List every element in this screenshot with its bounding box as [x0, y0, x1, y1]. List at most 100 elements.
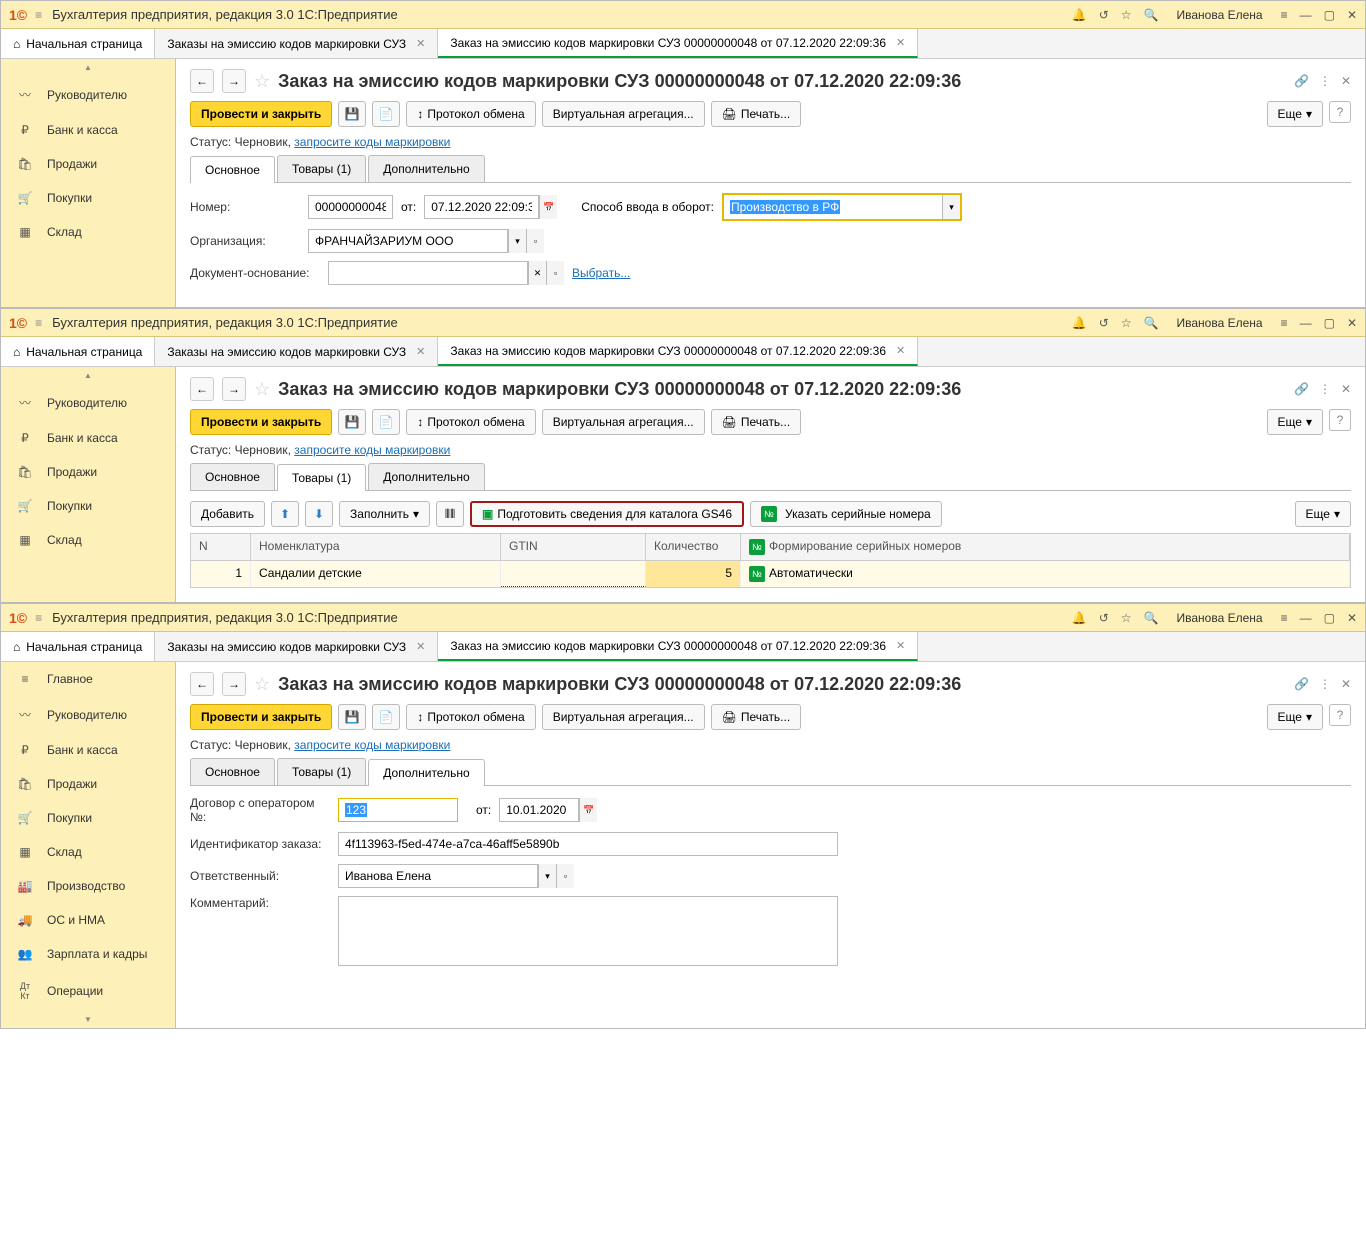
tab-goods[interactable]: Товары (1)	[277, 464, 366, 491]
print-button[interactable]: 🖨 Печать...	[711, 409, 802, 435]
hamburger-icon[interactable]: ≡	[35, 611, 42, 625]
post-and-close-button[interactable]: Провести и закрыть	[190, 704, 332, 730]
post-button[interactable]: 📄	[372, 409, 400, 435]
serial-button[interactable]: №Указать серийные номера	[750, 501, 942, 527]
post-button[interactable]: 📄	[372, 101, 400, 127]
post-and-close-button[interactable]: Провести и закрыть	[190, 101, 332, 127]
cell-gtin[interactable]	[501, 561, 646, 587]
close-icon[interactable]: ✕	[1347, 316, 1357, 330]
star-icon[interactable]: ☆	[1121, 8, 1132, 22]
tab-order-doc[interactable]: Заказ на эмиссию кодов маркировки СУЗ 00…	[438, 337, 918, 366]
tab-home[interactable]: ⌂Начальная страница	[1, 337, 155, 366]
minimize-icon[interactable]: —	[1300, 316, 1312, 330]
status-link[interactable]: запросите коды маркировки	[294, 738, 450, 752]
favorite-icon[interactable]: ☆	[254, 71, 270, 92]
nav-forward[interactable]: →	[222, 69, 246, 93]
tab-extra[interactable]: Дополнительно	[368, 759, 484, 786]
sidebar-collapse[interactable]: ▲	[1, 367, 175, 384]
tab-close-icon[interactable]: ✕	[896, 36, 905, 49]
hamburger-icon[interactable]: ≡	[35, 316, 42, 330]
dropdown-icon[interactable]: ▾	[538, 864, 556, 888]
help-button[interactable]: ?	[1329, 704, 1351, 726]
nav-back[interactable]: ←	[190, 69, 214, 93]
calendar-icon[interactable]: 📅	[579, 798, 597, 822]
username[interactable]: Иванова Елена	[1177, 316, 1263, 330]
post-and-close-button[interactable]: Провести и закрыть	[190, 409, 332, 435]
tab-orders[interactable]: Заказы на эмиссию кодов маркировки СУЗ✕	[155, 29, 438, 58]
print-button[interactable]: 🖨 Печать...	[711, 101, 802, 127]
cdate-input[interactable]	[499, 798, 579, 822]
help-button[interactable]: ?	[1329, 101, 1351, 123]
cell-qty[interactable]: 5	[646, 561, 741, 587]
username[interactable]: Иванова Елена	[1177, 8, 1263, 22]
sidebar-sales[interactable]: 🛍Продажи	[1, 147, 175, 181]
sidebar-collapse[interactable]: ▲	[1, 59, 175, 76]
fill-button[interactable]: Заполнить ▾	[339, 501, 430, 527]
sidebar-warehouse[interactable]: ▦Склад	[1, 215, 175, 249]
search-icon[interactable]: 🔍	[1144, 8, 1159, 22]
virtagg-button[interactable]: Виртуальная агрегация...	[542, 101, 705, 127]
bell-icon[interactable]: 🔔	[1072, 611, 1087, 625]
org-input[interactable]	[308, 229, 508, 253]
maximize-icon[interactable]: ▢	[1324, 8, 1335, 22]
tab-extra[interactable]: Дополнительно	[368, 155, 484, 182]
help-button[interactable]: ?	[1329, 409, 1351, 431]
open-icon[interactable]: ▫	[526, 229, 544, 253]
sidebar-bank[interactable]: ₽Банк и касса	[1, 113, 175, 147]
link-icon[interactable]: 🔗	[1294, 677, 1309, 691]
status-link[interactable]: запросите коды маркировки	[294, 135, 450, 149]
tab-orders[interactable]: Заказы на эмиссию кодов маркировки СУЗ✕	[155, 632, 438, 661]
close-doc-icon[interactable]: ✕	[1341, 382, 1351, 396]
nav-back[interactable]: ←	[190, 377, 214, 401]
save-button[interactable]: 💾	[338, 704, 366, 730]
sidebar-warehouse[interactable]: ▦Склад	[1, 523, 175, 557]
maximize-icon[interactable]: ▢	[1324, 611, 1335, 625]
dropdown-icon[interactable]: ▾	[508, 229, 526, 253]
choose-link[interactable]: Выбрать...	[572, 266, 630, 280]
menu-icon[interactable]: ⋮	[1319, 382, 1331, 396]
bell-icon[interactable]: 🔔	[1072, 8, 1087, 22]
number-input[interactable]	[308, 195, 393, 219]
status-link[interactable]: запросите коды маркировки	[294, 443, 450, 457]
favorite-icon[interactable]: ☆	[254, 674, 270, 695]
move-up-button[interactable]: ⬆	[271, 501, 299, 527]
tab-main[interactable]: Основное	[190, 156, 275, 183]
tab-close-icon[interactable]: ✕	[416, 37, 425, 50]
sidebar-purchases[interactable]: 🛒Покупки	[1, 489, 175, 523]
add-button[interactable]: Добавить	[190, 501, 265, 527]
link-icon[interactable]: 🔗	[1294, 74, 1309, 88]
settings-icon[interactable]: ≡	[1281, 611, 1288, 625]
sidebar-sales[interactable]: 🛍Продажи	[1, 767, 175, 801]
nav-forward[interactable]: →	[222, 377, 246, 401]
more-button[interactable]: Еще ▾	[1267, 101, 1323, 127]
search-icon[interactable]: 🔍	[1144, 316, 1159, 330]
sidebar-assets[interactable]: 🚚ОС и НМА	[1, 903, 175, 937]
dropdown-icon[interactable]: ▾	[942, 195, 960, 219]
star-icon[interactable]: ☆	[1121, 611, 1132, 625]
history-icon[interactable]: ↺	[1099, 316, 1109, 330]
sidebar-rukovoditelyu[interactable]: 〰Руководителю	[1, 76, 175, 113]
sidebar-warehouse[interactable]: ▦Склад	[1, 835, 175, 869]
username[interactable]: Иванова Елена	[1177, 611, 1263, 625]
sidebar-purchases[interactable]: 🛒Покупки	[1, 181, 175, 215]
tab-close-icon[interactable]: ✕	[416, 640, 425, 653]
more-button[interactable]: Еще ▾	[1295, 501, 1351, 527]
sidebar-purchases[interactable]: 🛒Покупки	[1, 801, 175, 835]
tab-main[interactable]: Основное	[190, 463, 275, 490]
tab-home[interactable]: ⌂Начальная страница	[1, 632, 155, 661]
tab-close-icon[interactable]: ✕	[896, 344, 905, 357]
search-icon[interactable]: 🔍	[1144, 611, 1159, 625]
virtagg-button[interactable]: Виртуальная агрегация...	[542, 704, 705, 730]
comment-input[interactable]	[338, 896, 838, 966]
settings-icon[interactable]: ≡	[1281, 8, 1288, 22]
open-icon[interactable]: ▫	[546, 261, 564, 285]
tab-close-icon[interactable]: ✕	[896, 639, 905, 652]
bell-icon[interactable]: 🔔	[1072, 316, 1087, 330]
history-icon[interactable]: ↺	[1099, 8, 1109, 22]
star-icon[interactable]: ☆	[1121, 316, 1132, 330]
tab-close-icon[interactable]: ✕	[416, 345, 425, 358]
more-button[interactable]: Еще ▾	[1267, 409, 1323, 435]
sidebar-operations[interactable]: ДтКтОперации	[1, 971, 175, 1011]
gs46-button[interactable]: ▣ Подготовить сведения для каталога GS46	[470, 501, 744, 527]
save-button[interactable]: 💾	[338, 101, 366, 127]
